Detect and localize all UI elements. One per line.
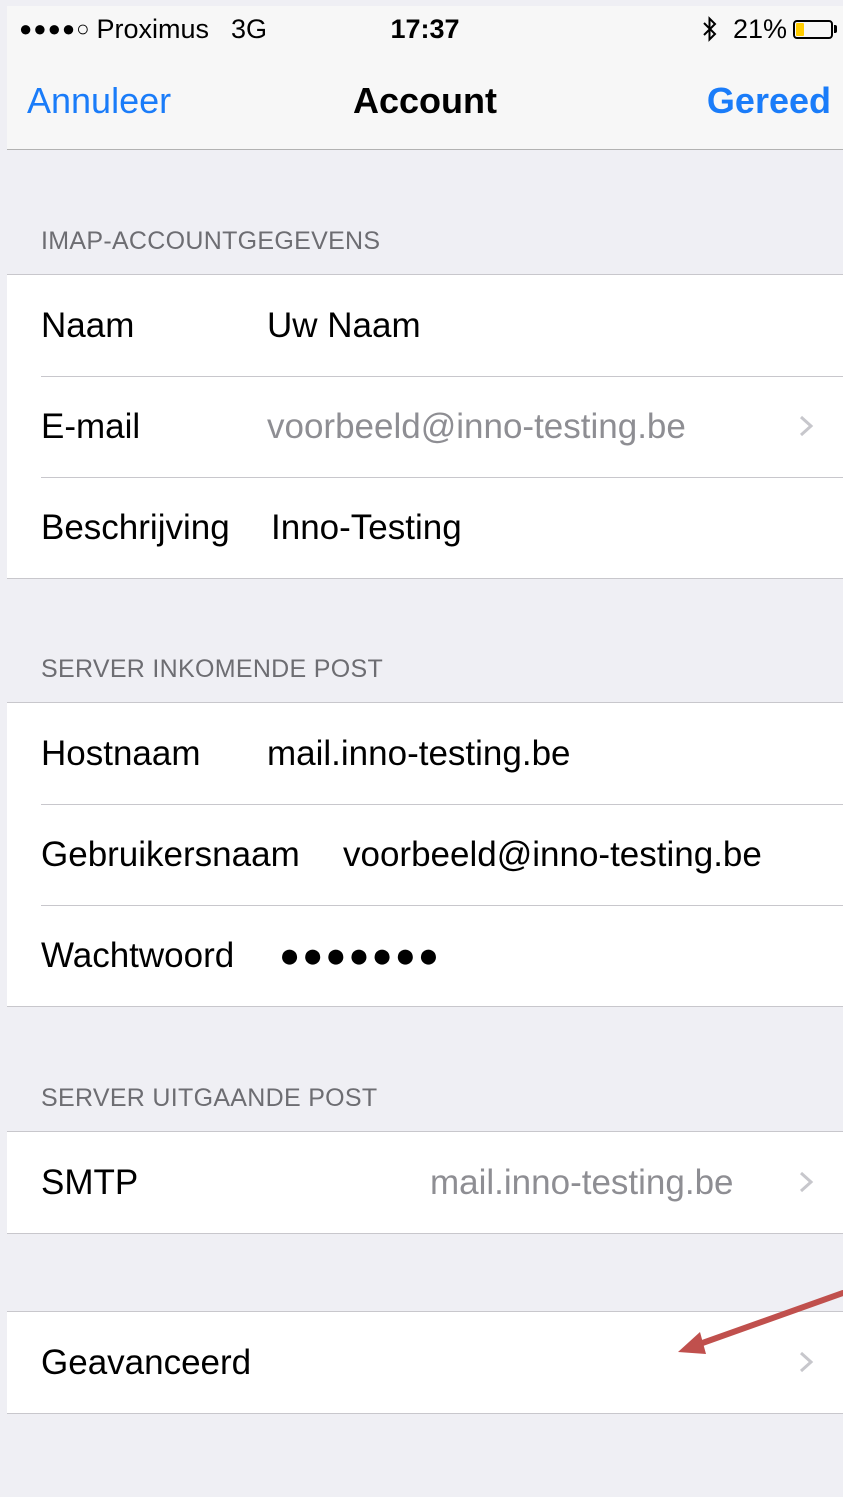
group-outgoing: SMTP mail.inno-testing.be xyxy=(7,1131,843,1234)
email-value: voorbeeld@inno-testing.be xyxy=(267,407,686,446)
battery-level xyxy=(796,22,804,36)
group-imap: Naam Uw Naam E-mail voorbeeld@inno-testi… xyxy=(7,274,843,579)
status-bar: ●●●●○ Proximus 3G 17:37 21% xyxy=(7,6,843,52)
navigation-bar: Annuleer Account Gereed xyxy=(7,52,843,150)
email-label: E-mail xyxy=(41,407,141,446)
name-field[interactable]: Uw Naam xyxy=(267,275,421,376)
password-field[interactable]: ●●●●●●● xyxy=(279,905,441,1006)
arrow-annotation-icon xyxy=(678,1290,843,1354)
username-label: Gebruikersnaam xyxy=(41,835,300,874)
name-label: Naam xyxy=(41,306,135,345)
smtp-value: mail.inno-testing.be xyxy=(430,1163,734,1202)
description-field[interactable]: Inno-Testing xyxy=(271,477,462,578)
name-row[interactable]: Naam Uw Naam xyxy=(7,275,843,376)
chevron-right-icon xyxy=(799,1171,814,1193)
battery-icon xyxy=(793,19,833,39)
bluetooth-icon xyxy=(703,16,717,42)
battery-nub xyxy=(834,25,837,33)
password-row[interactable]: Wachtwoord ●●●●●●● xyxy=(7,905,843,1006)
chevron-right-icon xyxy=(799,415,814,437)
smtp-row[interactable]: SMTP mail.inno-testing.be xyxy=(7,1132,843,1233)
done-button[interactable]: Gereed xyxy=(707,52,831,149)
password-label: Wachtwoord xyxy=(41,936,235,975)
description-row[interactable]: Beschrijving Inno-Testing xyxy=(7,477,843,578)
smtp-label: SMTP xyxy=(41,1163,139,1202)
section-header-imap: IMAP-ACCOUNTGEGEVENS xyxy=(41,227,381,255)
username-row[interactable]: Gebruikersnaam voorbeeld@inno-testing.be xyxy=(7,804,843,905)
hostname-label: Hostnaam xyxy=(41,734,201,773)
group-incoming: Hostnaam mail.inno-testing.be Gebruikers… xyxy=(7,702,843,1007)
hostname-field[interactable]: mail.inno-testing.be xyxy=(267,703,571,804)
status-right: 21% xyxy=(701,6,837,52)
username-field[interactable]: voorbeeld@inno-testing.be xyxy=(343,804,762,905)
battery-percentage: 21% xyxy=(732,14,787,44)
description-label: Beschrijving xyxy=(41,508,230,547)
email-row[interactable]: E-mail voorbeeld@inno-testing.be xyxy=(7,376,843,477)
section-header-outgoing: SERVER UITGAANDE POST xyxy=(41,1084,378,1112)
hostname-row[interactable]: Hostnaam mail.inno-testing.be xyxy=(7,703,843,804)
section-header-incoming: SERVER INKOMENDE POST xyxy=(41,655,384,683)
advanced-label: Geavanceerd xyxy=(41,1343,252,1382)
